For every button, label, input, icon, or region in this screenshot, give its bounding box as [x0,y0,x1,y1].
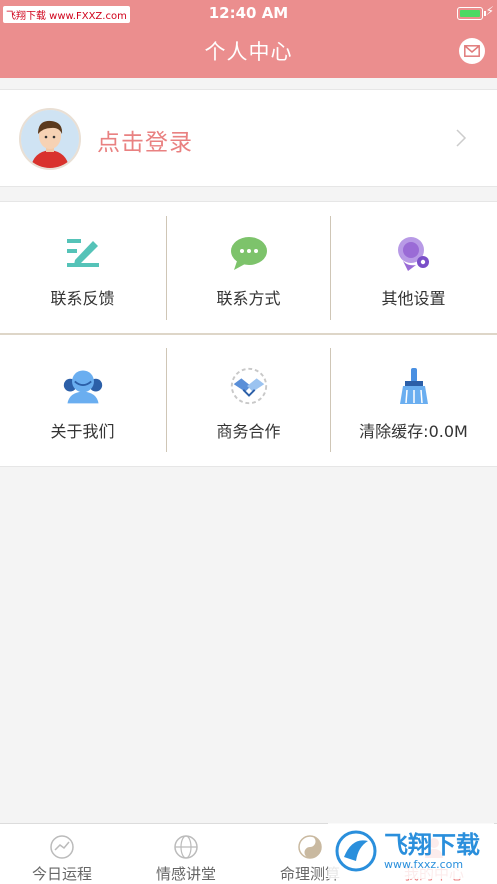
tab-daily-fortune[interactable]: 今日运程 [0,824,124,884]
grid-item-label: 商务合作 [216,422,281,441]
mail-icon [464,45,480,57]
yin-yang-icon [298,835,322,859]
tab-label: 情感讲堂 [155,865,216,883]
broom-icon [393,365,435,407]
grid-item-about[interactable]: 关于我们 [0,335,165,465]
grid-item-label: 清除缓存:0.0M [359,422,468,441]
grid-item-clear-cache[interactable]: 清除缓存:0.0M [331,335,496,465]
tab-label: 今日运程 [31,865,92,883]
grid-item-settings[interactable]: 其他设置 [331,202,496,332]
handshake-icon [228,365,270,407]
login-prompt[interactable]: 点击登录 [97,123,193,157]
grid-item-label: 联系反馈 [50,289,115,308]
feedback-pencil-icon [62,232,104,274]
default-avatar-icon [21,110,79,168]
avatar[interactable] [19,108,81,170]
grid-item-label: 联系方式 [216,289,281,308]
grid-item-label: 其他设置 [381,289,446,308]
status-time: 12:40 AM [208,4,289,22]
settings-icon [393,232,435,274]
brand-logo-icon [335,830,377,872]
page-title: 个人中心 [204,40,293,64]
brand-url: www.fxxz.com [384,857,464,871]
brand-watermark: 飞翔下载 www.fxxz.com [328,823,494,879]
grid-item-contact[interactable]: 联系方式 [166,202,331,332]
app-header: 飞翔下载 www.FXXZ.com 12:40 AM ⚡ 个人中心 [0,0,497,78]
mail-button[interactable] [459,38,485,64]
chart-icon [50,835,74,859]
login-card[interactable]: 点击登录 [0,89,497,187]
tab-emotion-lecture[interactable]: 情感讲堂 [124,824,248,884]
feature-grid: 联系反馈 联系方式 其他设置 关于我们 商务合作 清除缓存:0.0M [0,201,497,467]
chevron-right-icon [456,129,467,147]
users-icon [62,365,104,407]
grid-item-business[interactable]: 商务合作 [166,335,331,465]
chat-bubble-icon [228,232,270,274]
grid-item-label: 关于我们 [50,422,115,441]
grid-item-feedback[interactable]: 联系反馈 [0,202,165,332]
globe-icon [174,835,198,859]
brand-name: 飞翔下载 [384,830,480,859]
